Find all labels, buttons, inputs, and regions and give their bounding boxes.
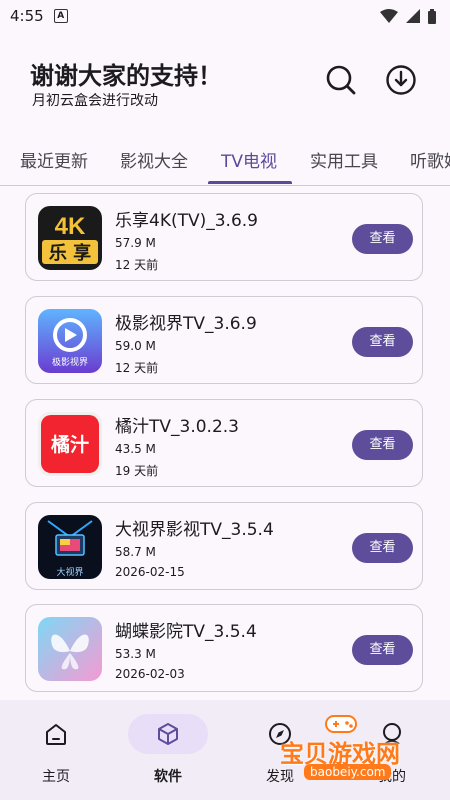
app-date: 2026-02-03 [115,667,185,681]
view-button[interactable]: 查看 [352,224,413,254]
app-size: 53.3 M [115,647,156,661]
nav-label: 主页 [42,769,70,785]
view-button[interactable]: 查看 [352,327,413,357]
watermark-url: baobeiy.com [304,764,392,780]
list-item[interactable]: 4K 乐 享 乐享4K(TV)_3.6.9 57.9 M 12 天前 查看 [25,193,423,281]
app-date: 19 天前 [115,464,159,478]
juzhi-icon: 橘汁 [38,412,102,476]
status-bar: 4:55 A [0,0,450,32]
tab-indicator [208,181,292,184]
view-button[interactable]: 查看 [352,533,413,563]
icon-caption: 橘汁 [50,434,89,456]
nav-icon-container [128,714,208,754]
view-button[interactable]: 查看 [352,635,413,665]
tab-tools[interactable]: 实用工具 [310,147,378,172]
software-cube-icon [158,723,178,745]
app-name: 乐享4K(TV)_3.6.9 [115,211,258,231]
status-time: 4:55 [10,7,44,25]
app-name: 蝴蝶影院TV_3.5.4 [115,622,257,642]
app-size: 58.7 M [115,545,156,559]
category-tabs: 最近更新 影视大全 TV电视 实用工具 听歌娱 [0,133,450,186]
svg-text:乐 享: 乐 享 [49,242,91,264]
status-icons [380,8,436,24]
app-size: 59.0 M [115,339,156,353]
app-date: 12 天前 [115,361,159,375]
tab-tv[interactable]: TV电视 [221,147,277,172]
list-item[interactable]: 大视界 大视界影视TV_3.5.4 58.7 M 2026-02-15 查看 [25,502,423,590]
app-size: 57.9 M [115,236,156,250]
nav-label: 软件 [154,769,182,785]
a-notification-icon: A [53,9,68,23]
search-button[interactable] [321,60,361,100]
nav-software[interactable]: 软件 [112,700,224,800]
gamepad-icon [325,715,357,733]
icon-caption: 大视界 [56,568,84,578]
nav-home[interactable]: 主页 [0,700,112,800]
tab-movies[interactable]: 影视大全 [120,147,188,172]
app-size: 43.5 M [115,442,156,456]
jiying-shijie-icon: 极影视界 [38,309,102,373]
list-item[interactable]: 极影视界 极影视界TV_3.6.9 59.0 M 12 天前 查看 [25,296,423,384]
lexiang-4k-icon: 4K 乐 享 [38,206,102,270]
tab-music[interactable]: 听歌娱 [410,147,450,172]
butterfly-icon [38,617,102,681]
search-icon [326,65,356,95]
home-icon [46,724,66,745]
app-date: 2026-02-15 [115,565,185,579]
page-title: 谢谢大家的支持！ [30,62,222,90]
wifi-icon [380,9,398,23]
svg-text:4K: 4K [55,213,86,240]
app-name: 橘汁TV_3.0.2.3 [115,417,239,437]
app-date: 12 天前 [115,258,159,272]
download-button[interactable] [381,60,421,100]
app-name: 大视界影视TV_3.5.4 [115,520,274,540]
list-item[interactable]: 蝴蝶影院TV_3.5.4 53.3 M 2026-02-03 查看 [25,604,423,692]
signal-icon [406,9,420,23]
app-list: 4K 乐 享 乐享4K(TV)_3.6.9 57.9 M 12 天前 查看 极影… [0,186,450,700]
view-button[interactable]: 查看 [352,430,413,460]
watermark: 宝贝游戏网 baobeiy.com [278,712,438,782]
download-icon [386,65,416,95]
dashijie-icon: 大视界 [38,515,102,579]
list-item[interactable]: 橘汁 橘汁TV_3.0.2.3 43.5 M 19 天前 查看 [25,399,423,487]
app-name: 极影视界TV_3.6.9 [115,314,257,334]
icon-caption: 极影视界 [51,358,88,368]
nav-icon-container [16,714,96,754]
tab-recent[interactable]: 最近更新 [20,147,88,172]
battery-icon [428,8,436,24]
page-subtitle: 月初云盒会进行改动 [32,93,158,109]
